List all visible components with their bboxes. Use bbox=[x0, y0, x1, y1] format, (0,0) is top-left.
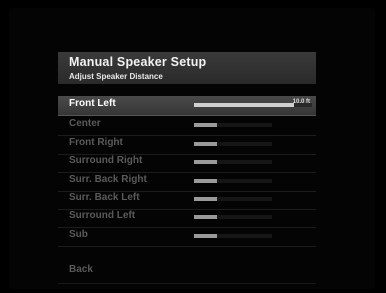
slider-fill bbox=[194, 179, 218, 183]
page-title: Manual Speaker Setup bbox=[69, 55, 207, 69]
page-subtitle: Adjust Speaker Distance bbox=[69, 72, 163, 81]
speaker-label: Center bbox=[69, 118, 101, 129]
speaker-row-surr-back-right[interactable]: Surr. Back Right bbox=[58, 172, 316, 192]
distance-slider[interactable] bbox=[194, 179, 272, 183]
speaker-label: Sub bbox=[69, 229, 88, 240]
distance-slider[interactable] bbox=[194, 234, 272, 238]
distance-slider[interactable] bbox=[194, 197, 272, 201]
slider-fill bbox=[194, 160, 218, 164]
distance-slider[interactable] bbox=[194, 215, 272, 219]
speaker-row-center[interactable]: Center bbox=[58, 116, 316, 136]
slider-fill bbox=[194, 215, 218, 219]
slider-fill bbox=[194, 197, 218, 201]
speaker-row-surround-left[interactable]: Surround Left bbox=[58, 208, 316, 228]
speaker-row-sub[interactable]: Sub bbox=[58, 227, 316, 247]
speaker-label: Front Left bbox=[69, 98, 116, 109]
speaker-label: Surround Left bbox=[69, 210, 136, 221]
speaker-row-front-right[interactable]: Front Right bbox=[58, 135, 316, 155]
slider-fill bbox=[194, 123, 218, 127]
speaker-row-surround-right[interactable]: Surround Right bbox=[58, 153, 316, 173]
speaker-label: Front Right bbox=[69, 137, 123, 148]
distance-value: 10.0 ft bbox=[292, 99, 310, 105]
speaker-row-front-left[interactable]: Front Left 10.0 ft bbox=[58, 96, 316, 116]
speaker-row-surr-back-left[interactable]: Surr. Back Left bbox=[58, 190, 316, 210]
distance-slider[interactable] bbox=[194, 142, 272, 146]
slider-fill bbox=[194, 103, 295, 107]
back-button[interactable]: Back bbox=[69, 264, 93, 275]
distance-slider[interactable] bbox=[194, 160, 272, 164]
slider-fill bbox=[194, 142, 218, 146]
slider-fill bbox=[194, 234, 218, 238]
speaker-label: Surround Right bbox=[69, 155, 143, 166]
speaker-label: Surr. Back Left bbox=[69, 192, 140, 203]
speaker-label: Surr. Back Right bbox=[69, 174, 147, 185]
divider bbox=[58, 283, 316, 284]
distance-slider[interactable] bbox=[194, 123, 272, 127]
